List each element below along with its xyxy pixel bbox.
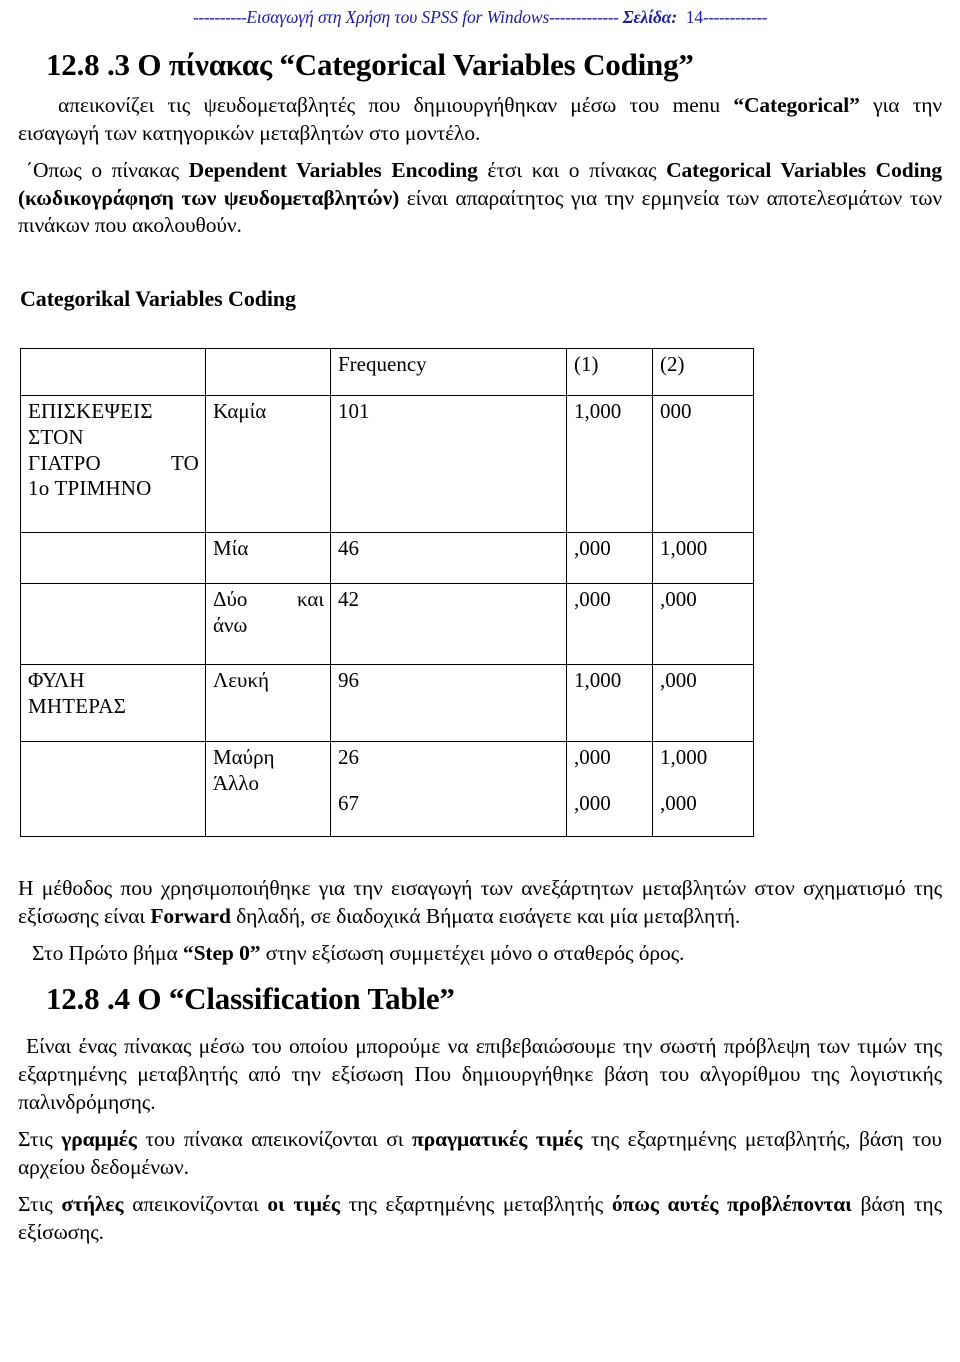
post-table-text-block: Η μέθοδος που χρησιμοποιήθηκε για την ει… xyxy=(18,875,942,968)
paragraph-rows: Στις γραμμές του πίνακα απεικονίζονται σ… xyxy=(18,1126,942,1182)
paragraph-columns-bold-3: όπως αυτές προβλέπονται xyxy=(611,1191,852,1216)
paragraph-method-text-2: δηλαδή, σε διαδοχικά Βήματα εισάγετε και… xyxy=(230,904,741,929)
row-coding-1: 1,000 xyxy=(566,395,653,534)
paragraph-intro-bold: “Categorical” xyxy=(733,92,860,117)
paragraph-method: Η μέθοδος που χρησιμοποιήθηκε για την ει… xyxy=(18,875,942,931)
row-coding-2: ,000 xyxy=(652,664,754,743)
paragraph-columns-bold-1: στήλες xyxy=(61,1191,124,1216)
frequency-line-1: 26 xyxy=(338,745,359,770)
table-caption: Categorikal Variables Coding xyxy=(20,286,296,312)
variable-line-3a: ΓΙΑΤΡΟ xyxy=(28,450,101,475)
paragraph-step0: Στο Πρώτο βήμα “Step 0” στην εξίσωση συμ… xyxy=(18,940,942,968)
paragraph-encoding: ΄Οπως ο πίνακας Dependent Variables Enco… xyxy=(18,157,942,241)
table-header-col-2: (2) xyxy=(652,348,754,397)
category-word-kai: και xyxy=(296,587,324,612)
paragraph-columns-text-1: Στις xyxy=(18,1191,62,1216)
table-header-row: Frequency (1) (2) xyxy=(20,348,754,397)
variable-line-2: ΣΤΟΝ xyxy=(28,425,84,450)
row-category-kamia: Καμία xyxy=(205,395,331,534)
row-coding-1: ,000 xyxy=(566,532,653,585)
running-header: ----------Εισαγωγή στη Χρήση του SPSS fo… xyxy=(18,0,942,28)
row-coding-2: 1,000 ,000 xyxy=(652,741,754,838)
table-header-frequency: Frequency xyxy=(330,348,567,397)
variable-line-2: ΜΗΤΕΡΑΣ xyxy=(28,694,127,719)
paragraph-columns-bold-2: οι τιμές xyxy=(267,1191,340,1216)
category-line-1: Δύο και xyxy=(213,587,324,613)
row-frequency-46: 46 xyxy=(330,532,567,585)
paragraph-rows-text-1: Στις xyxy=(18,1126,62,1151)
classification-text-block: Είναι ένας πίνακας μέσω του οποίου μπορο… xyxy=(18,1033,942,1247)
table-header-blank-2 xyxy=(205,348,331,397)
category-line-1: Μαύρη xyxy=(213,745,275,770)
paragraph-rows-text-2: του πίνακα απεικονίζονται σι xyxy=(136,1126,413,1151)
table-row: ΕΠΙΣΚΕΨΕΙΣ ΣΤΟΝ ΓΙΑΤΡΟ ΤΟ 1ο ΤΡΙΜΗΝΟ Καμ… xyxy=(20,395,754,534)
header-page-number: 14 xyxy=(685,7,703,27)
paragraph-intro: απεικονίζει τις ψευδομεταβλητές που δημι… xyxy=(18,92,942,148)
document-page: ----------Εισαγωγή στη Χρήση του SPSS fo… xyxy=(0,0,960,1362)
header-title: Εισαγωγή στη Χρήση του SPSS for Windows xyxy=(246,7,550,27)
paragraph-rows-bold-1: γραμμές xyxy=(61,1126,137,1151)
row-coding-2: 000 xyxy=(652,395,754,534)
row-variable-blank xyxy=(20,532,206,585)
paragraph-step0-text-1: Στο Πρώτο βήμα xyxy=(32,941,183,966)
category-line-2: άνω xyxy=(213,613,248,638)
category-word-dyo: Δύο xyxy=(213,587,248,612)
row-coding-2: ,000 xyxy=(652,583,754,666)
row-frequency-42: 42 xyxy=(330,583,567,666)
row-category-dyo-kai-ano: Δύο και άνω xyxy=(205,583,331,666)
coding-1-line-2: ,000 xyxy=(574,791,611,816)
variable-line-3b: ΤΟ xyxy=(170,450,199,475)
header-mid-dashes: ------------- xyxy=(549,7,619,27)
row-coding-1: ,000 ,000 xyxy=(566,741,653,838)
row-variable-blank xyxy=(20,741,206,838)
table-row: Μαύρη Άλλο 26 67 ,000 ,000 1,000 ,000 xyxy=(20,741,754,838)
paragraph-intro-text-1: απεικονίζει τις ψευδομεταβλητές που δημι… xyxy=(58,92,734,117)
paragraph-step0-text-2: στην εξίσωση συμμετέχει μόνο ο σταθερός … xyxy=(260,941,685,966)
header-page-label: Σελίδα: xyxy=(622,7,678,27)
row-coding-2: 1,000 xyxy=(652,532,754,585)
paragraph-columns: Στις στήλες απεικονίζονται οι τιμές της … xyxy=(18,1191,942,1247)
table-header-col-1: (1) xyxy=(566,348,653,397)
row-variable-blank xyxy=(20,583,206,666)
variable-line-4: 1ο ΤΡΙΜΗΝΟ xyxy=(28,476,152,501)
row-category-mia: Μία xyxy=(205,532,331,585)
category-line-2: Άλλο xyxy=(213,771,260,796)
paragraph-method-bold: Forward xyxy=(150,904,231,929)
coding-2-line-1: 1,000 xyxy=(660,745,708,770)
frequency-line-2: 67 xyxy=(338,791,359,816)
row-frequency-101: 101 xyxy=(330,395,567,534)
categorical-variables-coding-table: Frequency (1) (2) ΕΠΙΣΚΕΨΕΙΣ ΣΤΟΝ ΓΙΑΤΡΟ… xyxy=(20,348,754,838)
table-row: Μία 46 ,000 1,000 xyxy=(20,532,754,585)
row-variable-mother-race: ΦΥΛΗ ΜΗΤΕΡΑΣ xyxy=(20,664,206,743)
row-coding-1: 1,000 xyxy=(566,664,653,743)
paragraph-encoding-bold-1: Dependent Variables Encoding xyxy=(188,157,478,182)
row-frequency-96: 96 xyxy=(330,664,567,743)
row-category-lefki: Λευκή xyxy=(205,664,331,743)
row-frequency-26-67: 26 67 xyxy=(330,741,567,838)
paragraph-encoding-text-2: έτσι και ο πίνακας xyxy=(477,157,667,182)
coding-1-line-1: ,000 xyxy=(574,745,611,770)
variable-line-1: ΦΥΛΗ xyxy=(28,668,85,693)
table-row: Δύο και άνω 42 ,000 ,000 xyxy=(20,583,754,666)
variable-line-1: ΕΠΙΣΚΕΨΕΙΣ xyxy=(28,399,153,424)
header-right-dashes: ------------ xyxy=(703,7,767,27)
paragraph-columns-text-3: της εξαρτημένης μεταβλητής xyxy=(339,1191,612,1216)
row-category-mavri-allo: Μαύρη Άλλο xyxy=(205,741,331,838)
table-header-blank-1 xyxy=(20,348,206,397)
paragraph-encoding-text-1: ΄Οπως ο πίνακας xyxy=(26,157,189,182)
coding-2-line-2: ,000 xyxy=(660,791,697,816)
row-variable-visits: ΕΠΙΣΚΕΨΕΙΣ ΣΤΟΝ ΓΙΑΤΡΟ ΤΟ 1ο ΤΡΙΜΗΝΟ xyxy=(20,395,206,534)
section-heading-12-8-3: 12.8 .3 Ο πίνακας “Categorical Variables… xyxy=(46,47,694,82)
table-row: ΦΥΛΗ ΜΗΤΕΡΑΣ Λευκή 96 1,000 ,000 xyxy=(20,664,754,743)
paragraph-columns-text-2: απεικονίζονται xyxy=(123,1191,268,1216)
paragraph-rows-bold-2: πραγματικές τιμές xyxy=(412,1126,583,1151)
header-left-dashes: ---------- xyxy=(193,7,247,27)
row-coding-1: ,000 xyxy=(566,583,653,666)
section-heading-12-8-4: 12.8 .4 Ο “Classification Table” xyxy=(46,981,455,1017)
variable-line-3: ΓΙΑΤΡΟ ΤΟ xyxy=(28,451,199,477)
paragraph-step0-bold: “Step 0” xyxy=(182,941,261,966)
paragraph-classification: Είναι ένας πίνακας μέσω του οποίου μπορο… xyxy=(18,1033,942,1114)
